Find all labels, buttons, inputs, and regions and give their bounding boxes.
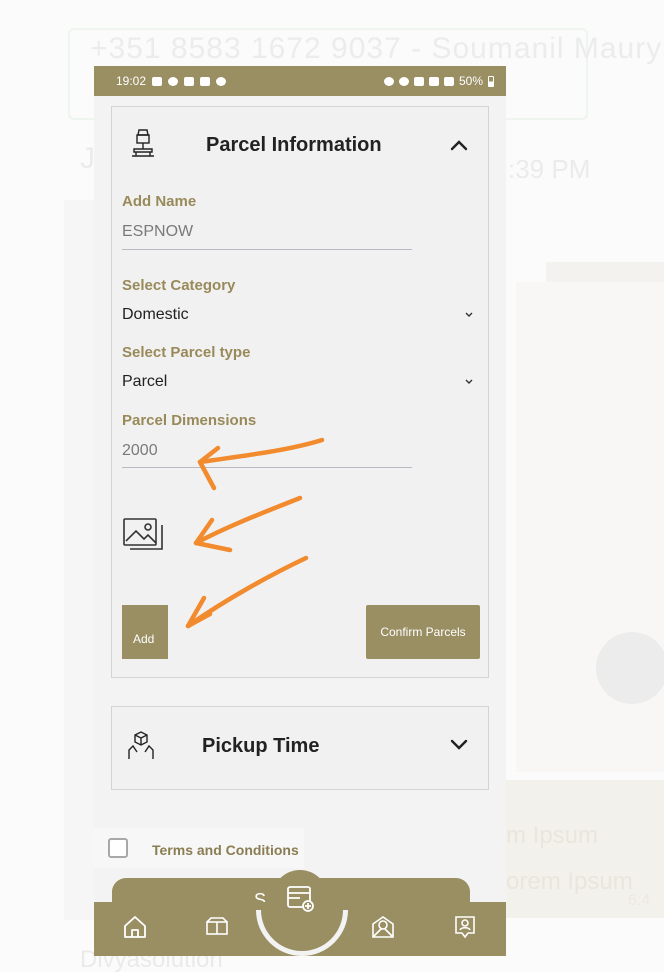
message-icon <box>184 76 195 86</box>
home-icon[interactable] <box>122 914 148 940</box>
delivery-box-icon <box>128 731 154 759</box>
battery-percent: 50% <box>458 74 483 88</box>
parcel-information-card: Parcel Information Add Name ESPNOW Selec… <box>111 106 489 678</box>
terms-checkbox[interactable] <box>108 838 128 858</box>
background-name-initial: J <box>80 142 95 175</box>
category-select[interactable]: Domestic <box>122 306 189 324</box>
parcel-type-select[interactable]: Parcel <box>122 373 167 391</box>
background-lorem-text: m Ipsum <box>506 822 599 849</box>
chevron-down-icon[interactable] <box>448 733 470 755</box>
dimensions-input-underline <box>122 467 412 468</box>
pickup-time-title: Pickup Time <box>202 735 320 757</box>
dimensions-input[interactable]: 2000 <box>122 442 158 460</box>
image-upload-icon[interactable] <box>122 517 164 553</box>
alarm-icon <box>383 76 394 86</box>
chevron-down-icon[interactable] <box>464 311 474 319</box>
notification-icon <box>200 76 211 86</box>
background-tab <box>546 262 664 284</box>
headset-icon <box>398 76 409 86</box>
terms-label[interactable]: Terms and Conditions <box>152 842 299 858</box>
name-input-underline <box>122 249 412 250</box>
background-time: :39 PM <box>508 154 591 184</box>
battery-icon <box>488 75 494 87</box>
signal-icon <box>443 76 454 86</box>
background-contact-text: +351 8583 1672 9037 - Soumanil Maurya <box>90 32 664 65</box>
background-lorem-number: 6:4 <box>628 892 651 909</box>
add-button[interactable]: Add <box>122 605 168 659</box>
mail-icon[interactable] <box>370 914 396 940</box>
parcel-type-label: Select Parcel type <box>122 344 251 361</box>
whatsapp-icon <box>216 76 227 86</box>
parcel-information-title: Parcel Information <box>206 134 382 156</box>
status-time: 19:02 <box>116 74 147 88</box>
profile-icon[interactable] <box>452 914 478 940</box>
chevron-up-icon[interactable] <box>448 134 470 156</box>
status-bar: 19:02 50% <box>94 66 506 96</box>
signal-icon <box>428 76 439 86</box>
wifi-icon <box>413 76 424 86</box>
parcel-information-header[interactable]: Parcel Information <box>112 107 488 185</box>
box-icon[interactable] <box>204 914 230 940</box>
background-lorem-text: orem Ipsum <box>506 868 633 895</box>
dimensions-label: Parcel Dimensions <box>122 412 257 429</box>
chevron-down-icon[interactable] <box>464 378 474 386</box>
name-input[interactable]: ESPNOW <box>122 223 193 241</box>
category-label: Select Category <box>122 277 236 294</box>
new-parcel-icon[interactable] <box>284 882 316 914</box>
parcel-scale-icon <box>132 129 154 157</box>
background-navigate-button <box>596 632 664 704</box>
phone-screen: 19:02 50% Parcel Information Add Name ES… <box>94 66 506 956</box>
background-strip <box>64 200 94 920</box>
name-label: Add Name <box>122 193 197 210</box>
chat-icon <box>168 76 179 86</box>
confirm-parcels-button[interactable]: Confirm Parcels <box>366 605 480 659</box>
screen-cast-icon <box>152 76 163 86</box>
pickup-time-card[interactable]: Pickup Time <box>111 706 489 790</box>
